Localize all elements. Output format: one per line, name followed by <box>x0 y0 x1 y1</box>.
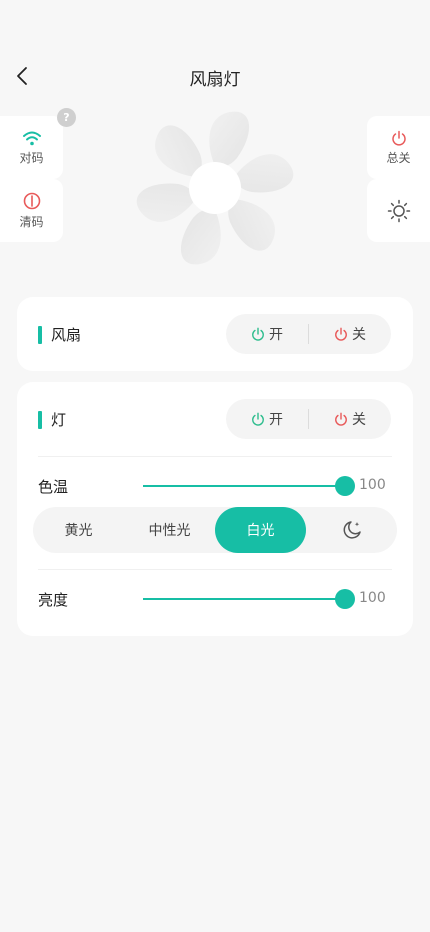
slider-fill <box>143 485 345 487</box>
master-off-button[interactable]: 总关 <box>367 116 430 179</box>
color-temp-slider[interactable] <box>143 476 355 496</box>
mode-night-light[interactable] <box>306 507 397 553</box>
light-section-header: 灯 <box>38 409 66 430</box>
fan-on-label: 开 <box>269 327 283 343</box>
mode-neutral-label: 中性光 <box>148 523 191 539</box>
fan-card: 风扇 开 关 <box>17 297 413 371</box>
page-title: 风扇灯 <box>189 70 241 90</box>
color-temp-label: 色温 <box>38 478 69 496</box>
power-off-icon <box>335 412 347 426</box>
master-off-label: 总关 <box>386 150 411 165</box>
fan-illustration <box>135 111 295 265</box>
mode-neutral-light[interactable]: 中性光 <box>124 507 215 553</box>
fan-section-header: 风扇 <box>38 324 81 345</box>
mode-yellow-label: 黄光 <box>64 523 93 539</box>
divider <box>38 456 392 457</box>
slider-thumb[interactable] <box>335 589 355 609</box>
slider-fill <box>143 598 345 600</box>
accent-bar <box>38 325 42 344</box>
light-off-button[interactable]: 关 <box>309 399 391 439</box>
power-icon <box>391 130 406 146</box>
wifi-icon <box>22 131 41 145</box>
power-on-icon <box>252 327 264 341</box>
fan-toggle-group: 开 关 <box>226 314 391 354</box>
accent-bar <box>38 410 42 429</box>
light-on-button[interactable]: 开 <box>226 399 308 439</box>
brightness-sun-icon <box>387 199 410 222</box>
moon-night-icon <box>343 521 361 539</box>
fan-section-title: 风扇 <box>51 326 82 344</box>
brightness-label: 亮度 <box>38 591 69 609</box>
mode-white-label: 白光 <box>246 523 275 539</box>
color-temp-value: 100 <box>359 477 386 493</box>
help-icon[interactable]: ? <box>57 108 76 127</box>
power-on-icon <box>252 412 264 426</box>
light-off-label: 关 <box>352 412 366 428</box>
light-toggle-group: 开 关 <box>226 399 391 439</box>
pair-code-label: 对码 <box>19 150 44 165</box>
mode-white-light[interactable]: 白光 <box>215 507 306 553</box>
fan-off-button[interactable]: 关 <box>309 314 391 354</box>
fan-on-button[interactable]: 开 <box>226 314 308 354</box>
mode-yellow-light[interactable]: 黄光 <box>33 507 124 553</box>
clear-code-label: 清码 <box>19 214 44 229</box>
clear-code-icon <box>23 192 40 209</box>
divider <box>38 569 392 570</box>
slider-thumb[interactable] <box>335 476 355 496</box>
power-off-icon <box>335 327 347 341</box>
light-on-label: 开 <box>269 412 283 428</box>
brightness-value: 100 <box>359 590 386 606</box>
brightness-slider[interactable] <box>143 589 355 609</box>
brightness-button[interactable] <box>367 179 430 242</box>
clear-code-button[interactable]: 清码 <box>0 179 63 242</box>
fan-off-label: 关 <box>352 327 366 343</box>
pair-code-button[interactable]: 对码 <box>0 116 63 179</box>
light-mode-selector: 黄光 中性光 白光 <box>33 507 397 553</box>
light-card: 灯 开 关 色温 100 黄光 中性光 白光 亮度 100 <box>17 382 413 636</box>
header-bar: 风扇灯 <box>0 52 430 100</box>
light-section-title: 灯 <box>51 411 67 429</box>
